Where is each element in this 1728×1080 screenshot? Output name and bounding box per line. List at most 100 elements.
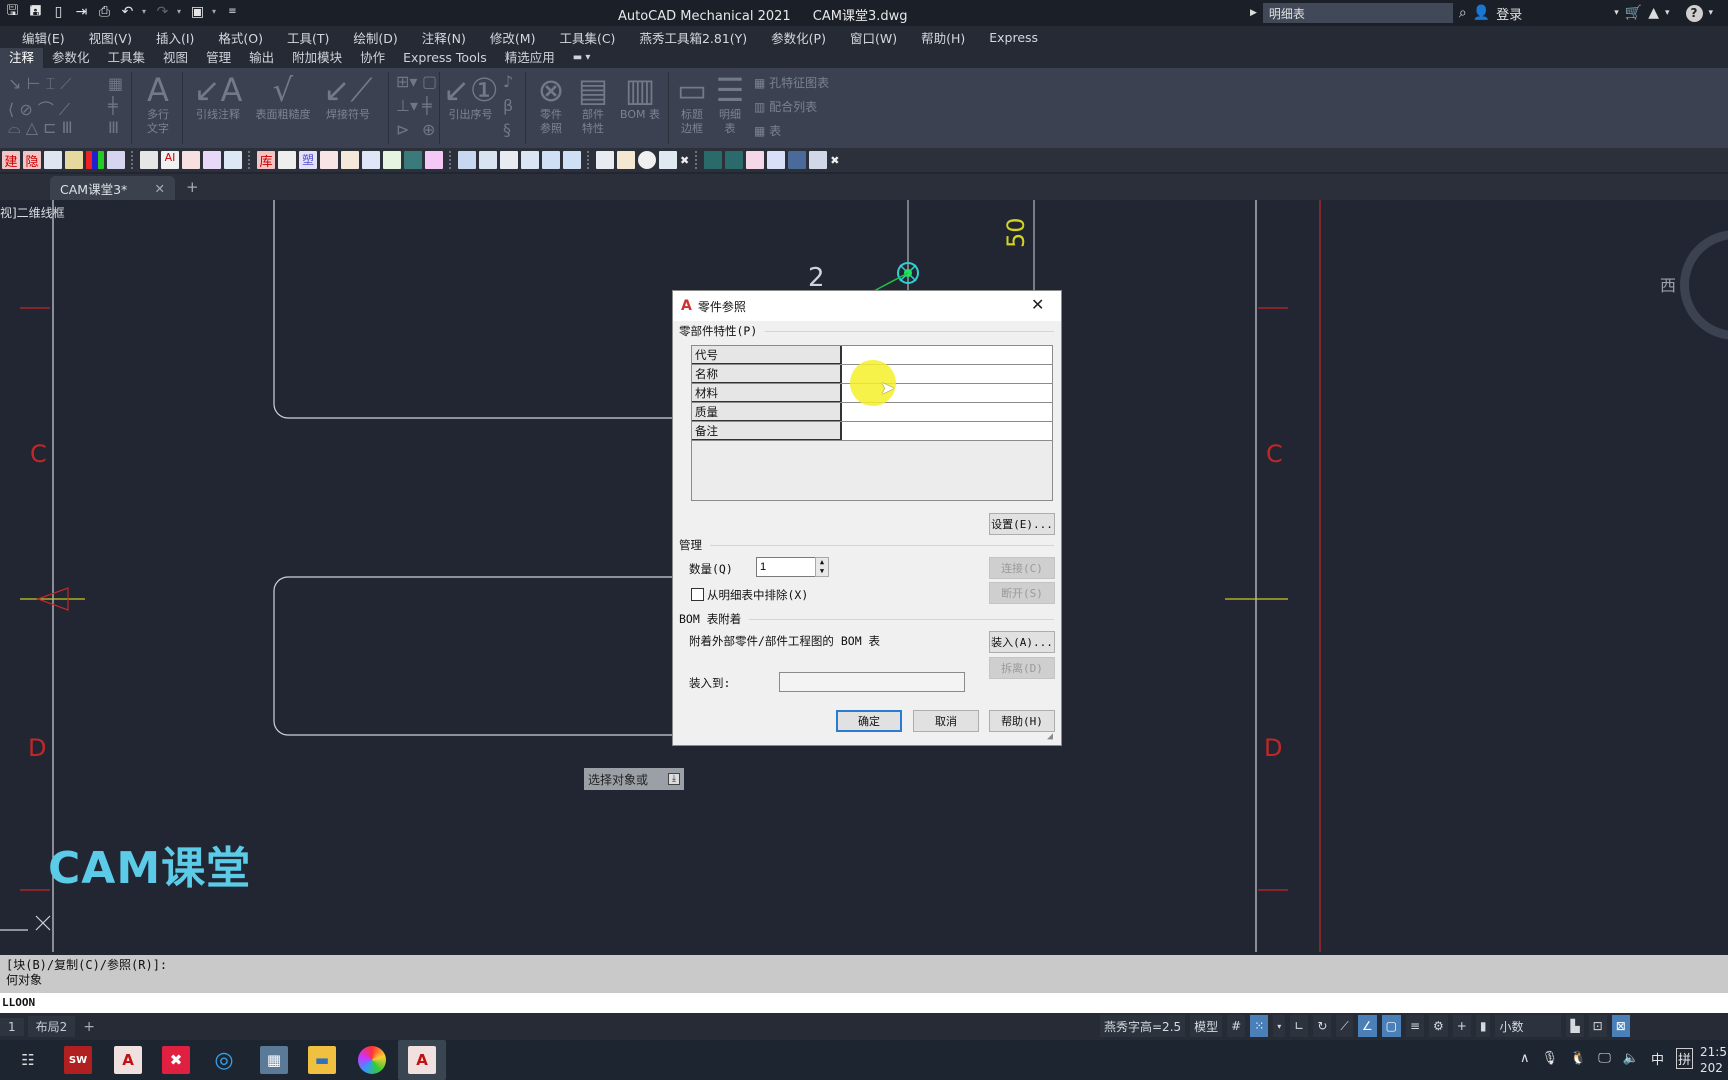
- file-explorer-icon[interactable]: ▬: [308, 1046, 336, 1074]
- balloon-add-icon[interactable]: ♪: [503, 72, 513, 91]
- profile-tool-icon[interactable]: [767, 151, 786, 169]
- menu-insert[interactable]: 插入(I): [156, 28, 194, 47]
- table-button[interactable]: ▦ 表: [754, 122, 781, 139]
- arc-dim-icon[interactable]: ⌓ △ ⊏ Ⅲ: [8, 118, 73, 138]
- menu-toolsets[interactable]: 工具集(C): [559, 28, 615, 47]
- dim-aligned-tool-icon[interactable]: [182, 151, 200, 169]
- detach-button[interactable]: 拆离(D): [989, 657, 1055, 679]
- frame-tool-icon[interactable]: [425, 151, 443, 169]
- fillet-tool-icon[interactable]: [563, 151, 581, 169]
- cart-icon[interactable]: 🛒: [1625, 5, 1642, 21]
- part-reference-button[interactable]: ⊗ 零件 参照: [531, 72, 571, 136]
- menu-annotate[interactable]: 注释(N): [422, 28, 466, 47]
- autodesk-a360-icon[interactable]: ▲: [1648, 5, 1659, 21]
- title-border-button[interactable]: ▭ 标题 边框: [674, 72, 710, 136]
- dim-style-icon[interactable]: ▦: [108, 74, 123, 93]
- toolbar-grip[interactable]: [695, 151, 698, 169]
- insert-block-icon[interactable]: [107, 151, 125, 169]
- toolbar-grip[interactable]: [449, 151, 452, 169]
- help-icon[interactable]: ?: [1685, 4, 1703, 22]
- redo-dropdown[interactable]: ▾: [177, 7, 183, 16]
- text-height-status[interactable]: 燕秀字高=2.5: [1100, 1015, 1186, 1037]
- fits-list-button[interactable]: ▥ 配合列表: [754, 98, 817, 115]
- customize-icon[interactable]: ≡: [224, 3, 241, 20]
- parts-list-button[interactable]: ☰ 明细 表: [712, 72, 748, 136]
- doc-tab-cam3[interactable]: CAM课堂3* ✕: [50, 176, 175, 200]
- monitor2-tool-icon[interactable]: [725, 151, 744, 169]
- units-icon[interactable]: ▮: [1475, 1015, 1491, 1037]
- qq-icon[interactable]: 🐧: [1570, 1051, 1586, 1066]
- tab-parametric[interactable]: 参数化: [43, 48, 99, 68]
- search-icon[interactable]: ⌕: [1459, 5, 1467, 21]
- color-app-icon[interactable]: [358, 1046, 386, 1074]
- slash-tool-icon[interactable]: [596, 151, 614, 169]
- resize-grip-icon[interactable]: ◢: [1047, 731, 1053, 742]
- toolbar2-close-icon[interactable]: ✖: [830, 154, 839, 167]
- export-icon[interactable]: ⇥: [73, 3, 90, 20]
- taper-icon[interactable]: ⊳: [396, 120, 409, 139]
- rotate-tool-icon[interactable]: [383, 151, 401, 169]
- multiline-text-button[interactable]: A 多行 文字: [141, 72, 175, 136]
- save-icon[interactable]: 🖫: [4, 3, 21, 20]
- copy-tool-icon[interactable]: [479, 151, 497, 169]
- help-button[interactable]: 帮助(H): [989, 710, 1055, 732]
- pinyin-indicator[interactable]: 拼: [1675, 1048, 1693, 1069]
- isolate-icon[interactable]: ⊡: [1588, 1015, 1607, 1037]
- isodraft-icon[interactable]: ⟋: [1336, 1015, 1353, 1037]
- line-tool-icon[interactable]: [500, 151, 518, 169]
- ime-indicator[interactable]: 中: [1651, 1049, 1664, 1068]
- tab-collaborate[interactable]: 协作: [351, 48, 394, 68]
- autocad-mechanical-icon[interactable]: A: [408, 1046, 436, 1074]
- text-tool-icon[interactable]: AI: [161, 151, 179, 169]
- dim-break-icon[interactable]: Ⅲ: [108, 118, 119, 137]
- tab-toolsets[interactable]: 工具集: [99, 48, 155, 68]
- tab-annotate[interactable]: 注释: [0, 48, 44, 68]
- circle-tool-icon[interactable]: [362, 151, 380, 169]
- leader-note-button[interactable]: ↙A 引线注释: [188, 72, 248, 122]
- refresh-icon[interactable]: [458, 151, 476, 169]
- cancel-button[interactable]: 取消: [913, 710, 979, 732]
- menu-window[interactable]: 窗口(W): [850, 28, 897, 47]
- balloon-button[interactable]: ↙① 引出序号: [443, 72, 499, 122]
- microphone-icon[interactable]: 🎙: [1542, 1051, 1559, 1066]
- login-button[interactable]: 登录: [1496, 4, 1522, 23]
- toolbar-grip[interactable]: [587, 151, 590, 169]
- workspace-gear-icon[interactable]: ⚙: [1429, 1015, 1448, 1037]
- workspace-icon[interactable]: ▣: [189, 3, 206, 20]
- balloon-renum-icon[interactable]: β: [503, 96, 513, 115]
- units-dropdown[interactable]: 小数: [1495, 1015, 1562, 1037]
- xmind-icon[interactable]: ✖: [162, 1046, 190, 1074]
- cross-icon[interactable]: [320, 151, 338, 169]
- menu-express[interactable]: Express: [989, 30, 1038, 45]
- datum-target-icon[interactable]: ▢: [422, 72, 437, 91]
- expand-arrow-icon[interactable]: ▶: [1250, 8, 1257, 18]
- undo-icon[interactable]: ↶: [119, 3, 136, 20]
- toolbar-grip[interactable]: [131, 151, 134, 169]
- bom-table-button[interactable]: ▥ BOM 表: [615, 72, 665, 122]
- close-icon[interactable]: ✕: [1031, 295, 1044, 314]
- a360-dropdown[interactable]: ▾: [1665, 8, 1670, 18]
- screen-tool-icon[interactable]: [404, 151, 422, 169]
- balloon-align-icon[interactable]: §: [503, 120, 511, 139]
- dim-ordinate-tool-icon[interactable]: [203, 151, 221, 169]
- section-tool-icon[interactable]: [809, 151, 828, 169]
- settings-button[interactable]: 设置(E)...: [989, 513, 1055, 535]
- grid-table-icon[interactable]: [278, 151, 296, 169]
- help-search-input[interactable]: [1262, 3, 1453, 23]
- feature-id-icon[interactable]: ⊕: [422, 120, 435, 139]
- dialog-title-bar[interactable]: A 零件参照: [673, 291, 1061, 321]
- tab-featured-apps[interactable]: 精选应用: [496, 48, 564, 68]
- menu-view[interactable]: 视图(V): [89, 28, 132, 47]
- tab-output[interactable]: 输出: [240, 48, 283, 68]
- brush-tool-icon[interactable]: [617, 151, 635, 169]
- menu-yanxiu[interactable]: 燕秀工具箱2.81(Y): [639, 28, 747, 47]
- ortho-icon[interactable]: ∟: [1290, 1015, 1309, 1037]
- command-input[interactable]: LLOON: [0, 993, 1728, 1013]
- object-snap-tracking-icon[interactable]: ∠: [1357, 1015, 1377, 1037]
- hole-chart-button[interactable]: ▦ 孔特征图表: [754, 74, 829, 91]
- autocad-icon[interactable]: A: [114, 1046, 142, 1074]
- tab-panel-toggle[interactable]: ▬ ▾: [564, 48, 600, 68]
- add-layout-button[interactable]: +: [83, 1019, 95, 1035]
- tab-express-tools[interactable]: Express Tools: [394, 48, 496, 68]
- polar-icon[interactable]: ↻: [1313, 1015, 1332, 1037]
